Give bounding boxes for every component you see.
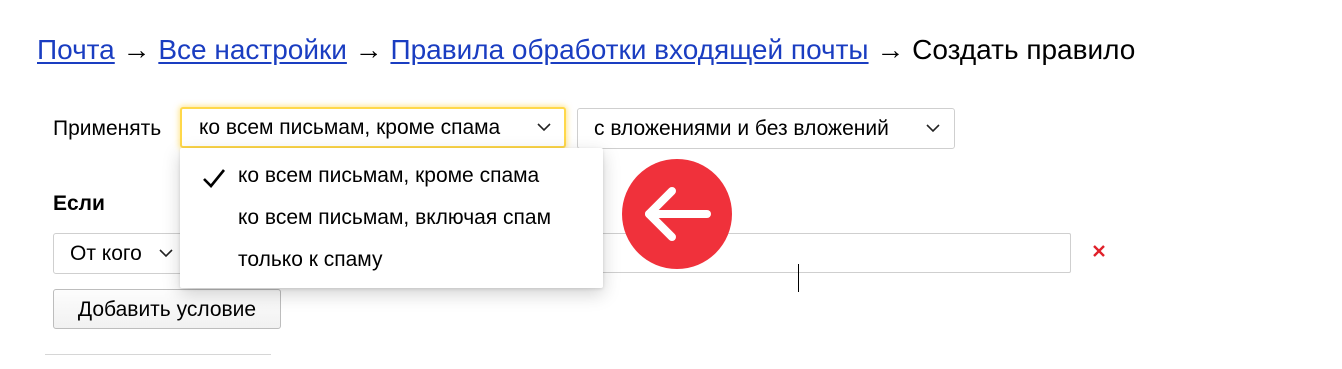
condition-field-value: От кого bbox=[70, 242, 142, 265]
apply-scope-dropdown: ко всем письмам, кроме спама ко всем пис… bbox=[180, 148, 603, 288]
dropdown-option-label: ко всем письмам, кроме спама bbox=[238, 164, 540, 187]
apply-label: Применять bbox=[53, 117, 162, 140]
apply-scope-value: ко всем письмам, кроме спама bbox=[199, 116, 501, 139]
breadcrumb-separator: → bbox=[122, 34, 151, 65]
dropdown-option-only-spam[interactable]: только к спаму bbox=[180, 239, 603, 281]
breadcrumb-separator: → bbox=[876, 34, 905, 65]
breadcrumb-link-all-settings[interactable]: Все настройки bbox=[158, 34, 347, 65]
apply-scope-select[interactable]: ко всем письмам, кроме спама bbox=[180, 107, 566, 148]
dropdown-option-label: только к спаму bbox=[238, 248, 383, 271]
breadcrumb-link-rules[interactable]: Правила обработки входящей почты bbox=[390, 34, 868, 65]
chevron-down-icon bbox=[536, 108, 552, 147]
checkmark-icon bbox=[202, 164, 226, 188]
breadcrumb-separator: → bbox=[354, 34, 383, 65]
dropdown-option-label: ко всем письмам, включая спам bbox=[238, 206, 552, 229]
arrow-left-icon bbox=[645, 187, 711, 241]
chevron-down-icon bbox=[925, 109, 941, 148]
attachments-value: с вложениями и без вложений bbox=[594, 117, 889, 140]
add-condition-button[interactable]: Добавить условие bbox=[53, 289, 281, 329]
condition-heading: Если bbox=[53, 192, 105, 215]
breadcrumb: Почта → Все настройки → Правила обработк… bbox=[37, 32, 1135, 68]
divider bbox=[45, 354, 271, 355]
dropdown-option-except-spam[interactable]: ко всем письмам, кроме спама bbox=[180, 155, 603, 197]
chevron-down-icon bbox=[158, 234, 174, 273]
attachments-select[interactable]: с вложениями и без вложений bbox=[577, 108, 955, 149]
back-button[interactable] bbox=[622, 159, 732, 269]
close-icon[interactable] bbox=[1088, 240, 1110, 262]
text-cursor bbox=[798, 264, 799, 292]
breadcrumb-current: Создать правило bbox=[912, 34, 1136, 65]
dropdown-option-including-spam[interactable]: ко всем письмам, включая спам bbox=[180, 197, 603, 239]
breadcrumb-link-mail[interactable]: Почта bbox=[37, 34, 115, 65]
create-rule-page: Почта → Все настройки → Правила обработк… bbox=[0, 0, 1342, 369]
